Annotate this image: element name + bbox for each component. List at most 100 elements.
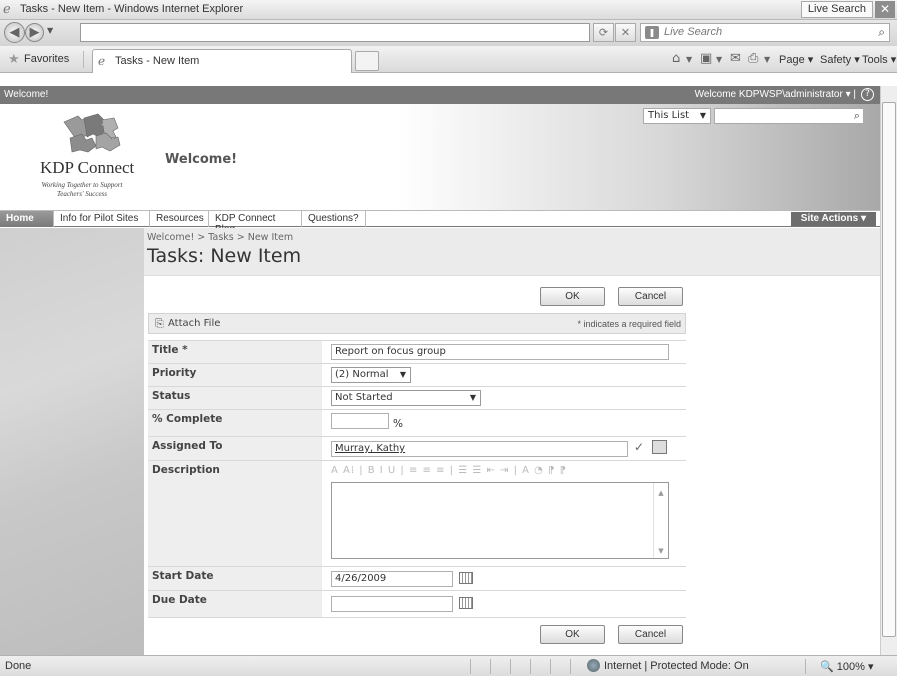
security-zone[interactable]: Internet | Protected Mode: On [604, 660, 749, 672]
browser-tab[interactable]: ℯ Tasks - New Item [92, 49, 352, 73]
description-editor[interactable]: ▲ ▼ [331, 482, 669, 559]
chevron-down-icon: ▼ [399, 370, 406, 379]
site-logo-name[interactable]: KDP Connect [40, 158, 134, 178]
new-item-form: OK Cancel ⎘ Attach File * indicates a re… [144, 276, 880, 655]
address-input[interactable] [80, 23, 590, 42]
ok-button-bottom[interactable]: OK [540, 625, 605, 644]
status-text: Done [5, 660, 32, 672]
home-dropdown-icon[interactable]: ▼ [686, 55, 692, 64]
page-title: Tasks: New Item [147, 245, 302, 267]
rich-text-toolbar[interactable]: A A⁞ | B I U | ≡ ≡ ≡ | ☰ ☰ ⇤ ⇥ | A ◔ ⁋ ⁋ [331, 465, 669, 481]
form-row-assigned-to: Assigned To Murray, Kathy ✓ [148, 436, 686, 460]
print-icon[interactable]: ⎙ [748, 51, 758, 66]
tools-menu[interactable]: Tools ▾ [862, 53, 896, 66]
forward-button[interactable]: ▶ [25, 23, 44, 42]
breadcrumb[interactable]: Welcome! > Tasks > New Item [147, 232, 293, 243]
search-icon[interactable]: ⌕ [854, 109, 860, 123]
scroll-down-icon[interactable]: ▼ [654, 547, 668, 555]
attach-file-button[interactable]: Attach File [168, 318, 220, 329]
assigned-to-label: Assigned To [152, 440, 223, 452]
divider [490, 659, 491, 674]
editor-scrollbar[interactable]: ▲ ▼ [653, 483, 668, 558]
nav-info-for-pilot-sites[interactable]: Info for Pilot Sites [54, 211, 150, 227]
puzzle-logo-icon [63, 113, 121, 153]
form-row-priority: Priority (2) Normal ▼ [148, 363, 686, 386]
live-search-logo-icon: ❚ [645, 26, 659, 39]
form-row-description: Description A A⁞ | B I U | ≡ ≡ ≡ | ☰ ☰ ⇤… [148, 460, 686, 566]
favorites-star-icon[interactable]: ★ [8, 52, 20, 67]
recent-pages-dropdown-icon[interactable]: ▼ [47, 26, 53, 35]
refresh-icon[interactable]: ⟳ [593, 23, 614, 42]
page-menu[interactable]: Page ▾ [779, 53, 813, 66]
percent-complete-label: % Complete [152, 413, 223, 425]
status-label: Status [152, 390, 191, 402]
form-toolbar: ⎘ Attach File * indicates a required fie… [148, 313, 686, 334]
cancel-button-top[interactable]: Cancel [618, 287, 683, 306]
safety-menu[interactable]: Safety ▾ [820, 53, 860, 66]
nav-home[interactable]: Home [0, 211, 54, 227]
site-actions-menu[interactable]: Site Actions ▾ [790, 212, 876, 226]
divider [570, 659, 571, 674]
check-names-icon[interactable]: ✓ [634, 440, 644, 454]
top-navigation: Home Info for Pilot Sites Resources KDP … [0, 210, 880, 235]
title-label: Title * [152, 344, 188, 356]
priority-label: Priority [152, 367, 197, 379]
form-row-due-date: Due Date [148, 590, 686, 618]
form-row-status: Status Not Started ▼ [148, 386, 686, 409]
scroll-up-icon[interactable]: ▲ [654, 489, 668, 497]
ie-logo-icon: ℯ [3, 2, 11, 17]
chevron-down-icon: ▼ [469, 393, 476, 402]
home-icon[interactable]: ⌂ [672, 51, 680, 66]
site-banner: KDP Connect Working Together to Support … [0, 104, 880, 210]
status-value: Not Started [335, 392, 393, 403]
zoom-level[interactable]: 🔍 100% ▾ [820, 660, 873, 673]
browser-tab-label: Tasks - New Item [115, 55, 200, 67]
divider [83, 51, 84, 68]
status-select[interactable]: Not Started ▼ [331, 390, 481, 406]
search-scope-select[interactable]: This List ▼ [643, 108, 711, 124]
due-date-label: Due Date [152, 594, 207, 606]
mail-icon[interactable]: ✉ [730, 51, 741, 66]
print-dropdown-icon[interactable]: ▼ [764, 55, 770, 64]
site-search-input[interactable]: ⌕ [714, 108, 864, 124]
description-label: Description [152, 464, 220, 476]
scroll-thumb[interactable] [882, 102, 896, 637]
calendar-icon[interactable] [459, 572, 473, 584]
welcome-link[interactable]: Welcome! [4, 89, 48, 100]
window-title: Tasks - New Item - Windows Internet Expl… [20, 3, 244, 15]
cancel-button-bottom[interactable]: Cancel [618, 625, 683, 644]
due-date-input[interactable] [331, 596, 453, 612]
divider [510, 659, 511, 674]
favorites-button[interactable]: Favorites [24, 53, 69, 65]
search-icon[interactable]: ⌕ [878, 25, 885, 40]
ok-button-top[interactable]: OK [540, 287, 605, 306]
nav-kdp-connect-blog[interactable]: KDP Connect Blog [209, 211, 302, 235]
user-menu[interactable]: Welcome KDPWSP\administrator ▾ | [695, 89, 856, 100]
address-toolbar: ◀ ▶ ▼ ⟳ ✕ ❚ Live Search ⌕ [0, 20, 897, 46]
chevron-down-icon: ▼ [699, 111, 706, 120]
feeds-dropdown-icon[interactable]: ▼ [716, 55, 722, 64]
percent-complete-input[interactable] [331, 413, 389, 429]
ie-page-icon: ℯ [98, 54, 106, 68]
page-scrollbar[interactable] [880, 86, 897, 655]
live-search-input[interactable]: ❚ Live Search ⌕ [640, 23, 890, 42]
nav-resources[interactable]: Resources [150, 211, 209, 227]
new-tab-button[interactable] [355, 51, 379, 71]
title-input[interactable]: Report on focus group [331, 344, 669, 360]
feeds-icon[interactable]: ▣ [700, 51, 712, 66]
back-button[interactable]: ◀ [4, 22, 25, 43]
live-search-window-tab[interactable]: Live Search [800, 1, 873, 18]
paperclip-icon[interactable]: ⎘ [155, 317, 164, 331]
browse-address-book-icon[interactable] [652, 440, 667, 454]
nav-questions[interactable]: Questions? [302, 211, 366, 227]
assigned-to-input[interactable]: Murray, Kathy [331, 441, 628, 457]
close-window-button[interactable]: ✕ [875, 1, 895, 18]
calendar-icon[interactable] [459, 597, 473, 609]
form-row-title: Title * Report on focus group [148, 340, 686, 363]
help-icon[interactable]: ? [861, 88, 874, 101]
priority-select[interactable]: (2) Normal ▼ [331, 367, 411, 383]
stop-icon[interactable]: ✕ [615, 23, 636, 42]
site-tagline: Working Together to Support Teachers' Su… [41, 181, 123, 198]
divider [550, 659, 551, 674]
start-date-input[interactable]: 4/26/2009 [331, 571, 453, 587]
